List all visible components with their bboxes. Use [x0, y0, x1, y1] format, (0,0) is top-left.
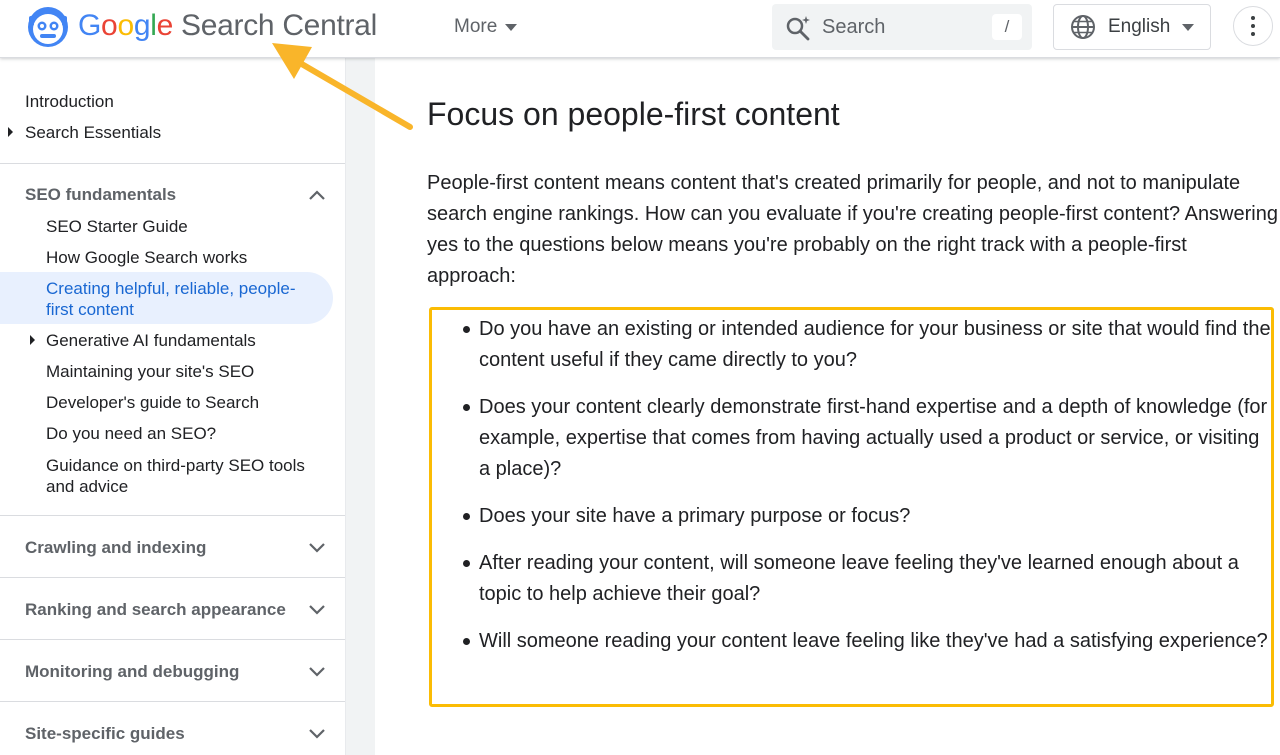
sidebar-item-seo-starter-guide[interactable]: SEO Starter Guide — [46, 216, 188, 237]
brand-letter: g — [133, 9, 151, 42]
page-title: Focus on people-first content — [427, 96, 840, 132]
caret-down-icon — [505, 23, 518, 31]
brand-letter: G — [78, 9, 102, 42]
sidebar-section-monitoring[interactable]: Monitoring and debugging — [25, 662, 239, 682]
search-shortcut-hint: / — [992, 14, 1022, 40]
top-bar: Google Search Central More / English — [0, 0, 1280, 58]
brand-suffix: Search Central — [181, 9, 377, 42]
nav-divider — [0, 515, 345, 516]
nav-divider — [0, 577, 345, 578]
sidebar-item-third-party-tools[interactable]: Guidance on third-party SEO tools and ad… — [46, 455, 316, 497]
kebab-dot — [1251, 32, 1255, 36]
language-label: English — [1108, 16, 1171, 37]
brand-letter: o — [117, 9, 134, 42]
bullet-dot — [463, 404, 470, 411]
kebab-dot — [1251, 16, 1255, 20]
list-item: Does your site have a primary purpose or… — [479, 505, 911, 527]
brand-letter: o — [101, 9, 118, 42]
bullet-dot — [463, 513, 470, 520]
chevron-down-icon[interactable] — [308, 542, 326, 554]
sidebar-item-search-essentials[interactable]: Search Essentials — [25, 122, 161, 143]
sidebar-item-introduction[interactable]: Introduction — [25, 91, 114, 112]
chevron-down-icon[interactable] — [308, 666, 326, 678]
chevron-up-icon[interactable] — [308, 189, 326, 201]
bullet-dot — [463, 326, 470, 333]
globe-icon — [1071, 15, 1095, 39]
search-sparkle-icon — [786, 16, 810, 41]
sidebar-item-need-an-seo[interactable]: Do you need an SEO? — [46, 423, 216, 444]
search-input[interactable] — [822, 12, 982, 42]
sidebar-section-crawling[interactable]: Crawling and indexing — [25, 538, 206, 558]
intro-paragraph: People-first content means content that'… — [427, 172, 1278, 287]
expand-arrow-icon[interactable] — [30, 335, 35, 345]
sidebar-item-how-search-works[interactable]: How Google Search works — [46, 247, 247, 268]
list-item: Does your content clearly demonstrate fi… — [479, 396, 1268, 480]
bullet-dot — [463, 638, 470, 645]
caret-down-icon — [1182, 23, 1195, 31]
nav-divider — [0, 639, 345, 640]
sidebar-item-maintaining-seo[interactable]: Maintaining your site's SEO — [46, 361, 254, 382]
list-item: Will someone reading your content leave … — [479, 630, 1268, 652]
sidebar-item-helpful-content[interactable]: Creating helpful, reliable, people-first… — [46, 278, 321, 320]
search-box[interactable]: / — [772, 4, 1032, 50]
list-item: Do you have an existing or intended audi… — [479, 318, 1271, 371]
site-brand[interactable]: Google Search Central — [78, 9, 377, 43]
left-nav: Introduction Search Essentials SEO funda… — [0, 58, 345, 755]
overflow-menu-icon[interactable] — [1233, 6, 1273, 46]
search-central-mascot-icon[interactable] — [27, 6, 69, 48]
sidebar-section-ranking[interactable]: Ranking and search appearance — [25, 600, 286, 620]
sidebar-section-seo-fundamentals[interactable]: SEO fundamentals — [25, 185, 176, 205]
bullet-dot — [463, 560, 470, 567]
brand-letter: e — [156, 9, 174, 42]
chevron-down-icon[interactable] — [308, 604, 326, 616]
sidebar-item-developers-guide[interactable]: Developer's guide to Search — [46, 392, 259, 413]
nav-divider — [0, 701, 345, 702]
list-item: After reading your content, will someone… — [479, 552, 1239, 605]
expand-arrow-icon[interactable] — [8, 127, 13, 137]
more-menu-button[interactable]: More — [454, 16, 518, 38]
more-label: More — [454, 16, 498, 37]
chevron-down-icon[interactable] — [308, 728, 326, 740]
nav-divider — [0, 163, 345, 164]
sidebar-item-generative-ai[interactable]: Generative AI fundamentals — [46, 330, 256, 351]
sidebar-section-site-specific[interactable]: Site-specific guides — [25, 724, 185, 744]
kebab-dot — [1251, 24, 1255, 28]
language-selector[interactable]: English — [1053, 4, 1211, 50]
sidebar-scroll-gutter[interactable] — [345, 58, 375, 755]
